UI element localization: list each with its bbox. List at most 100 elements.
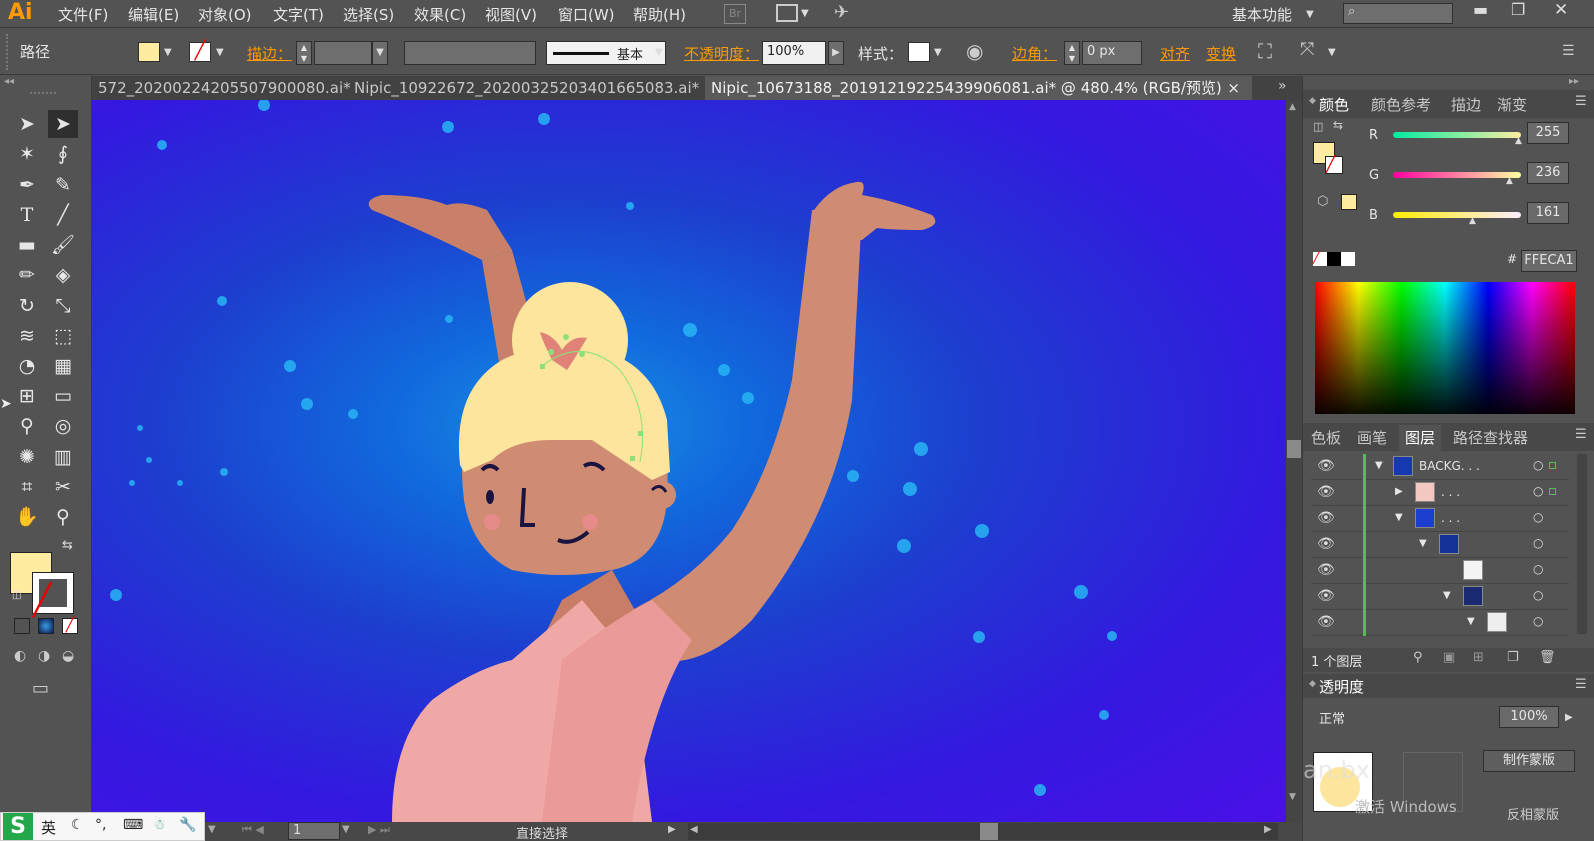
mesh-tool-icon[interactable]: ⊞ — [12, 382, 42, 410]
layer-name[interactable]: . . . — [1441, 511, 1460, 525]
selection-indicator[interactable] — [1549, 462, 1556, 469]
none-swatch[interactable]: ╱ — [1313, 251, 1327, 266]
recolor-artwork-icon[interactable]: ◉ — [966, 39, 983, 63]
scroll-left-icon[interactable]: ◀ — [690, 824, 698, 835]
disclosure-triangle-icon[interactable]: ▼ — [1375, 460, 1383, 471]
type-tool-icon[interactable]: T — [12, 201, 42, 229]
tab-pathfinder[interactable]: 路径查找器 — [1453, 427, 1528, 448]
sogou-logo-icon[interactable]: S — [3, 813, 33, 840]
free-transform-tool-icon[interactable]: ⬚ — [48, 322, 78, 350]
dropdown-arrow[interactable]: ▼ — [208, 824, 216, 835]
chevron-down-icon[interactable]: ▼ — [164, 47, 172, 58]
column-graph-tool-icon[interactable]: ▥ — [48, 443, 78, 471]
layers-scrollbar[interactable] — [1577, 454, 1587, 634]
tab-color[interactable]: 颜色 — [1319, 94, 1349, 115]
color-spectrum[interactable] — [1315, 282, 1575, 414]
zoom-tool-icon[interactable]: ⚲ — [48, 503, 78, 531]
selection-indicator[interactable] — [1549, 488, 1556, 495]
visibility-eye-icon[interactable]: 👁 — [1317, 588, 1335, 604]
vertical-scrollbar[interactable]: ▲ ▼ — [1286, 100, 1302, 822]
tabs-overflow-icon[interactable]: » — [1278, 78, 1287, 94]
chevron-down-icon[interactable]: ▼ — [1306, 9, 1314, 20]
stroke-color-box[interactable]: ╱ — [32, 572, 74, 618]
scroll-right-icon[interactable]: ▶ — [1264, 824, 1272, 835]
stroke-swatch[interactable]: ╱ — [189, 42, 211, 62]
gradient-mode-button[interactable] — [38, 618, 54, 634]
layer-name[interactable]: . . . — [1441, 485, 1460, 499]
layer-row[interactable]: 👁 ▼ BACKG. . . ○ — [1311, 454, 1569, 480]
layer-row[interactable]: 👁 ▶ . . . ○ — [1311, 480, 1569, 506]
new-sublayer-icon[interactable]: ⊞ — [1473, 650, 1484, 665]
blend-mode-select[interactable]: 正常 — [1319, 708, 1345, 727]
rectangle-tool-icon[interactable]: ▬ — [12, 231, 42, 259]
b-slider-track[interactable] — [1393, 212, 1521, 218]
corner-radius-input[interactable]: 0 px — [1082, 41, 1142, 65]
keyboard-icon[interactable]: ⌨ — [123, 817, 143, 833]
stroke-label[interactable]: 描边： — [247, 43, 292, 64]
visibility-eye-icon[interactable]: 👁 — [1317, 614, 1335, 630]
chevron-right-icon[interactable]: ▶ — [1565, 712, 1573, 723]
artboard-number-input[interactable]: 1 — [288, 822, 340, 840]
menu-edit[interactable]: 编辑(E) — [128, 4, 179, 25]
transform-link[interactable]: 变换 — [1206, 43, 1236, 64]
chevron-down-icon[interactable]: ▼ — [934, 47, 942, 58]
eyedropper-tool-icon[interactable]: ⚲ — [12, 412, 42, 440]
transparency-opacity-input[interactable]: 100% — [1499, 706, 1559, 728]
draw-normal-icon[interactable]: ◐ — [14, 648, 26, 664]
closest-color-swatch[interactable] — [1341, 194, 1357, 210]
select-similar-icon[interactable]: ⤧ — [1300, 39, 1314, 60]
tab-document-3[interactable]: Nipic_10673188_20191219225439906081.ai* … — [705, 76, 1252, 100]
target-icon[interactable]: ○ — [1533, 484, 1543, 498]
menu-view[interactable]: 视图(V) — [485, 4, 537, 25]
first-page-icon[interactable]: ⏮ ◀ — [242, 823, 264, 837]
opacity-label[interactable]: 不透明度： — [684, 43, 759, 64]
panel-menu-icon[interactable]: ☰ — [1575, 677, 1587, 692]
invert-mask-checkbox[interactable]: 反相蒙版 — [1507, 804, 1559, 823]
tab-document-1[interactable]: 572_20200224205507900080.ai* × — [92, 76, 351, 121]
r-slider-track[interactable] — [1393, 132, 1521, 138]
horizontal-scrollbar[interactable]: ◀ ▶ — [688, 823, 1278, 840]
toolbox-grip[interactable] — [30, 92, 56, 95]
gradient-tool-icon[interactable]: ▭ — [48, 382, 78, 410]
target-icon[interactable]: ○ — [1533, 536, 1543, 550]
panel-menu-icon[interactable]: ☰ — [1562, 43, 1575, 59]
hex-input[interactable]: FFECA1 — [1521, 250, 1577, 272]
collapse-icon[interactable]: ◆ — [1309, 679, 1316, 689]
arrange-documents-icon[interactable] — [776, 4, 798, 22]
workspace-switcher[interactable]: 基本功能 — [1232, 4, 1292, 25]
collapse-icon[interactable]: ◆ — [1309, 96, 1316, 106]
variable-width-profile[interactable] — [404, 41, 536, 65]
visibility-eye-icon[interactable]: 👁 — [1317, 458, 1335, 474]
eraser-tool-icon[interactable]: ◈ — [48, 261, 78, 289]
minimize-button[interactable]: ▬ — [1473, 0, 1488, 19]
menu-effect[interactable]: 效果(C) — [414, 4, 466, 25]
clipping-mask-icon[interactable]: ▣ — [1443, 650, 1455, 665]
visibility-eye-icon[interactable]: 👁 — [1317, 510, 1335, 526]
wrench-icon[interactable]: 🔧 — [179, 817, 196, 833]
g-value-input[interactable]: 236 — [1527, 162, 1569, 184]
punctuation-icon[interactable]: °, — [95, 817, 106, 833]
brush-definition-select[interactable]: 基本 — [546, 41, 666, 65]
panel-grip[interactable] — [6, 34, 10, 70]
r-value-input[interactable]: 255 — [1527, 122, 1569, 144]
target-icon[interactable]: ○ — [1533, 562, 1543, 576]
chevron-down-icon[interactable]: ▼ — [372, 41, 388, 65]
disclosure-triangle-icon[interactable]: ▼ — [1443, 590, 1451, 601]
graphic-style-swatch[interactable] — [908, 42, 930, 62]
chevron-down-icon[interactable]: ▼ — [216, 47, 224, 58]
fill-swatch[interactable] — [138, 42, 160, 62]
visibility-eye-icon[interactable]: 👁 — [1317, 484, 1335, 500]
draw-behind-icon[interactable]: ◑ — [38, 648, 50, 664]
search-input[interactable]: ⌕ — [1343, 3, 1453, 24]
rotate-tool-icon[interactable]: ↻ — [12, 292, 42, 320]
artboard-canvas[interactable] — [92, 100, 1286, 822]
default-colors-icon[interactable]: ◫ — [1313, 120, 1323, 133]
menu-window[interactable]: 窗口(W) — [558, 4, 615, 25]
lasso-tool-icon[interactable]: ∮ — [48, 140, 78, 168]
restore-button[interactable]: ❐ — [1511, 0, 1525, 19]
blend-tool-icon[interactable]: ◎ — [48, 412, 78, 440]
visibility-eye-icon[interactable]: 👁 — [1317, 562, 1335, 578]
align-link[interactable]: 对齐 — [1160, 43, 1190, 64]
scroll-thumb[interactable] — [1287, 440, 1301, 458]
swap-icon[interactable]: ⇆ — [1333, 118, 1343, 132]
